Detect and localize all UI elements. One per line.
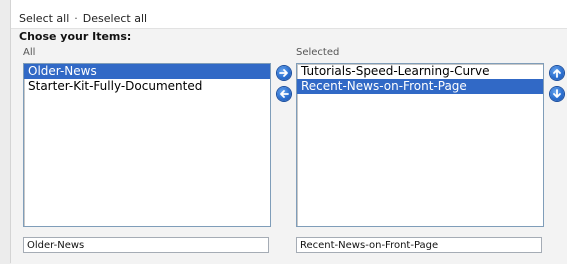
arrow-down-icon[interactable]	[550, 87, 564, 101]
all-items-label: All	[23, 47, 36, 58]
selection-links: Select all · Deselect all	[19, 12, 147, 25]
arrow-up-icon[interactable]	[550, 66, 564, 80]
link-separator: ·	[74, 12, 78, 25]
all-items-list-item[interactable]: Older-News	[24, 64, 270, 79]
selected-items-list-item[interactable]: Recent-News-on-Front-Page	[297, 79, 543, 94]
deselect-all-link[interactable]: Deselect all	[83, 12, 147, 25]
select-all-link[interactable]: Select all	[19, 12, 69, 25]
all-items-list-item[interactable]: Starter-Kit-Fully-Documented	[24, 79, 270, 94]
selected-current-item-field[interactable]: Recent-News-on-Front-Page	[296, 237, 542, 253]
all-items-listbox[interactable]: Older-News Starter-Kit-Fully-Documented	[23, 63, 271, 227]
arrow-left-icon[interactable]	[277, 87, 291, 101]
selected-items-label: Selected	[296, 47, 340, 58]
selected-items-list-item[interactable]: Tutorials-Speed-Learning-Curve	[297, 64, 543, 79]
arrow-right-icon[interactable]	[277, 66, 291, 80]
item-selector-frame: Select all · Deselect all Chose your Items…	[10, 0, 567, 264]
selected-items-listbox[interactable]: Tutorials-Speed-Learning-Curve Recent-New…	[296, 63, 544, 227]
panel-title: Chose your Items:	[19, 30, 132, 43]
all-current-item-field[interactable]: Older-News	[23, 237, 269, 253]
